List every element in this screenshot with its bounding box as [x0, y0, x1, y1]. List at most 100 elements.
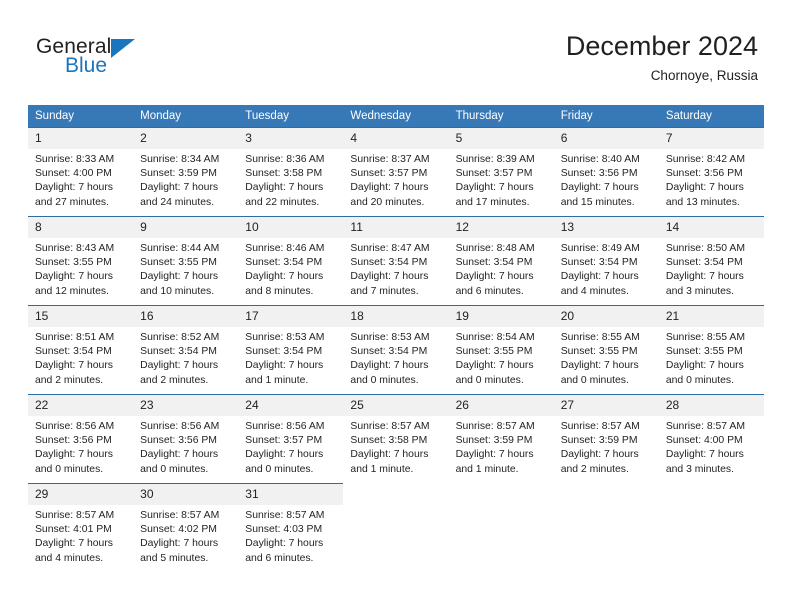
- calendar-cell: 23 Sunrise: 8:56 AM Sunset: 3:56 PM Dayligh…: [133, 394, 239, 483]
- calendar-cell: 5 Sunrise: 8:39 AM Sunset: 3:57 PM Daylight…: [448, 127, 554, 216]
- day-cell[interactable]: 24 Sunrise: 8:56 AM Sunset: 3:57 PM Dayligh…: [238, 394, 344, 483]
- daylight-text-line2: and 1 minute.: [245, 374, 309, 386]
- day-details: Sunrise: 8:57 AM Sunset: 3:59 PM Daylight:…: [449, 416, 554, 477]
- day-cell[interactable]: 23 Sunrise: 8:56 AM Sunset: 3:56 PM Dayligh…: [133, 394, 239, 483]
- day-number: 9: [133, 217, 239, 238]
- day-cell[interactable]: 21 Sunrise: 8:55 AM Sunset: 3:55 PM Dayligh…: [658, 305, 764, 394]
- sunrise-text: Sunrise: 8:48 AM: [455, 243, 535, 254]
- day-details: Sunrise: 8:51 AM Sunset: 3:54 PM Daylight:…: [28, 327, 133, 388]
- daylight-text-line2: and 12 minutes.: [35, 285, 109, 297]
- day-cell[interactable]: 6 Sunrise: 8:40 AM Sunset: 3:56 PM Daylight…: [553, 127, 659, 216]
- sunrise-text: Sunrise: 8:53 AM: [245, 332, 325, 343]
- day-cell[interactable]: 12 Sunrise: 8:48 AM Sunset: 3:54 PM Dayligh…: [448, 216, 554, 305]
- calendar-cell: [553, 483, 659, 572]
- daylight-text-line2: and 24 minutes.: [140, 196, 215, 208]
- sunset-text: Sunset: 3:58 PM: [245, 168, 323, 180]
- daylight-text-line1: Daylight: 7 hours: [665, 360, 744, 372]
- daylight-text-line2: and 15 minutes.: [560, 196, 635, 208]
- day-details: Sunrise: 8:46 AM Sunset: 3:54 PM Daylight:…: [238, 238, 343, 299]
- day-cell[interactable]: 10 Sunrise: 8:46 AM Sunset: 3:54 PM Dayligh…: [238, 216, 344, 305]
- daylight-text-line2: and 1 minute.: [350, 463, 414, 475]
- sunset-text: Sunset: 3:54 PM: [455, 257, 533, 269]
- page-header: General Blue December 2024 Chornoye, Rus…: [0, 0, 792, 100]
- day-cell[interactable]: 22 Sunrise: 8:56 AM Sunset: 3:56 PM Dayligh…: [28, 394, 134, 483]
- day-cell[interactable]: 13 Sunrise: 8:49 AM Sunset: 3:54 PM Dayligh…: [553, 216, 659, 305]
- calendar-week-row: 8 Sunrise: 8:43 AM Sunset: 3:55 PM Daylight…: [28, 216, 764, 305]
- sunrise-text: Sunrise: 8:49 AM: [560, 243, 640, 254]
- day-number: 21: [658, 306, 764, 327]
- day-cell[interactable]: 16 Sunrise: 8:52 AM Sunset: 3:54 PM Dayligh…: [133, 305, 239, 394]
- sunrise-text: Sunrise: 8:56 AM: [140, 421, 220, 432]
- day-details: Sunrise: 8:57 AM Sunset: 4:01 PM Daylight:…: [28, 505, 133, 566]
- day-number: 17: [238, 306, 344, 327]
- daylight-text-line1: Daylight: 7 hours: [665, 182, 744, 194]
- day-cell[interactable]: 31 Sunrise: 8:57 AM Sunset: 4:03 PM Dayligh…: [238, 483, 344, 572]
- calendar-cell: 6 Sunrise: 8:40 AM Sunset: 3:56 PM Daylight…: [553, 127, 659, 216]
- day-cell[interactable]: 5 Sunrise: 8:39 AM Sunset: 3:57 PM Daylight…: [448, 127, 554, 216]
- day-cell[interactable]: 3 Sunrise: 8:36 AM Sunset: 3:58 PM Daylight…: [238, 127, 344, 216]
- calendar-cell: 27 Sunrise: 8:57 AM Sunset: 3:59 PM Dayligh…: [553, 394, 659, 483]
- daylight-text-line1: Daylight: 7 hours: [455, 360, 534, 372]
- calendar-cell: 20 Sunrise: 8:55 AM Sunset: 3:55 PM Dayligh…: [553, 305, 659, 394]
- daylight-text-line1: Daylight: 7 hours: [455, 271, 534, 283]
- day-cell[interactable]: 26 Sunrise: 8:57 AM Sunset: 3:59 PM Dayligh…: [448, 394, 554, 483]
- day-cell[interactable]: 20 Sunrise: 8:55 AM Sunset: 3:55 PM Dayligh…: [553, 305, 659, 394]
- day-number: 15: [28, 306, 134, 327]
- empty-day-cell: [448, 483, 554, 572]
- day-cell[interactable]: 28 Sunrise: 8:57 AM Sunset: 4:00 PM Dayligh…: [658, 394, 764, 483]
- day-cell[interactable]: 7 Sunrise: 8:42 AM Sunset: 3:56 PM Daylight…: [658, 127, 764, 216]
- calendar-week-row: 1 Sunrise: 8:33 AM Sunset: 4:00 PM Daylight…: [28, 127, 764, 216]
- daylight-text-line2: and 1 minute.: [455, 463, 519, 475]
- day-details: Sunrise: 8:39 AM Sunset: 3:57 PM Daylight:…: [449, 149, 554, 210]
- calendar-cell: 31 Sunrise: 8:57 AM Sunset: 4:03 PM Dayligh…: [238, 483, 344, 572]
- daylight-text-line2: and 2 minutes.: [140, 374, 209, 386]
- calendar-cell: 11 Sunrise: 8:47 AM Sunset: 3:54 PM Dayligh…: [343, 216, 449, 305]
- daylight-text-line2: and 17 minutes.: [455, 196, 530, 208]
- calendar-cell: 17 Sunrise: 8:53 AM Sunset: 3:54 PM Dayligh…: [238, 305, 344, 394]
- sunset-text: Sunset: 3:59 PM: [455, 435, 533, 447]
- day-cell[interactable]: 30 Sunrise: 8:57 AM Sunset: 4:02 PM Dayligh…: [133, 483, 239, 572]
- day-cell[interactable]: 4 Sunrise: 8:37 AM Sunset: 3:57 PM Daylight…: [343, 127, 449, 216]
- day-details: Sunrise: 8:33 AM Sunset: 4:00 PM Daylight:…: [28, 149, 133, 210]
- calendar-cell: 15 Sunrise: 8:51 AM Sunset: 3:54 PM Dayligh…: [28, 305, 134, 394]
- weekday-header-saturday: Saturday: [658, 105, 764, 127]
- calendar-week-row: 29 Sunrise: 8:57 AM Sunset: 4:01 PM Dayligh…: [28, 483, 764, 572]
- title-block: December 2024 Chornoye, Russia: [566, 30, 758, 84]
- day-cell[interactable]: 29 Sunrise: 8:57 AM Sunset: 4:01 PM Dayligh…: [28, 483, 134, 572]
- day-cell[interactable]: 1 Sunrise: 8:33 AM Sunset: 4:00 PM Daylight…: [28, 127, 134, 216]
- day-cell[interactable]: 17 Sunrise: 8:53 AM Sunset: 3:54 PM Dayligh…: [238, 305, 344, 394]
- day-details: Sunrise: 8:57 AM Sunset: 3:58 PM Daylight:…: [343, 416, 448, 477]
- sunset-text: Sunset: 3:56 PM: [560, 168, 638, 180]
- day-number: 28: [658, 395, 764, 416]
- daylight-text-line1: Daylight: 7 hours: [140, 449, 219, 461]
- day-details: Sunrise: 8:34 AM Sunset: 3:59 PM Daylight:…: [133, 149, 238, 210]
- daylight-text-line1: Daylight: 7 hours: [140, 182, 219, 194]
- day-cell[interactable]: 15 Sunrise: 8:51 AM Sunset: 3:54 PM Dayligh…: [28, 305, 134, 394]
- sunrise-text: Sunrise: 8:56 AM: [245, 421, 325, 432]
- day-details: Sunrise: 8:53 AM Sunset: 3:54 PM Daylight:…: [343, 327, 448, 388]
- day-cell[interactable]: 25 Sunrise: 8:57 AM Sunset: 3:58 PM Dayligh…: [343, 394, 449, 483]
- day-cell[interactable]: 11 Sunrise: 8:47 AM Sunset: 3:54 PM Dayligh…: [343, 216, 449, 305]
- daylight-text-line2: and 10 minutes.: [140, 285, 215, 297]
- sunset-text: Sunset: 4:00 PM: [35, 168, 112, 180]
- day-cell[interactable]: 27 Sunrise: 8:57 AM Sunset: 3:59 PM Dayligh…: [553, 394, 659, 483]
- sunset-text: Sunset: 3:55 PM: [665, 346, 743, 358]
- daylight-text-line1: Daylight: 7 hours: [350, 182, 429, 194]
- day-cell[interactable]: 19 Sunrise: 8:54 AM Sunset: 3:55 PM Dayligh…: [448, 305, 554, 394]
- day-cell[interactable]: 18 Sunrise: 8:53 AM Sunset: 3:54 PM Dayligh…: [343, 305, 449, 394]
- general-blue-logo[interactable]: General Blue: [36, 36, 236, 88]
- day-details: Sunrise: 8:56 AM Sunset: 3:56 PM Daylight:…: [133, 416, 238, 477]
- daylight-text-line1: Daylight: 7 hours: [350, 449, 429, 461]
- daylight-text-line2: and 27 minutes.: [35, 196, 109, 208]
- day-cell[interactable]: 14 Sunrise: 8:50 AM Sunset: 3:54 PM Dayligh…: [658, 216, 764, 305]
- sunrise-text: Sunrise: 8:33 AM: [35, 154, 115, 165]
- day-cell[interactable]: 8 Sunrise: 8:43 AM Sunset: 3:55 PM Daylight…: [28, 216, 134, 305]
- day-number: 13: [553, 217, 659, 238]
- daylight-text-line2: and 13 minutes.: [665, 196, 740, 208]
- sunrise-text: Sunrise: 8:56 AM: [35, 421, 115, 432]
- sunset-text: Sunset: 3:57 PM: [245, 435, 323, 447]
- day-cell[interactable]: 2 Sunrise: 8:34 AM Sunset: 3:59 PM Daylight…: [133, 127, 239, 216]
- day-cell[interactable]: 9 Sunrise: 8:44 AM Sunset: 3:55 PM Daylight…: [133, 216, 239, 305]
- sunrise-text: Sunrise: 8:40 AM: [560, 154, 640, 165]
- sunrise-text: Sunrise: 8:57 AM: [245, 510, 325, 521]
